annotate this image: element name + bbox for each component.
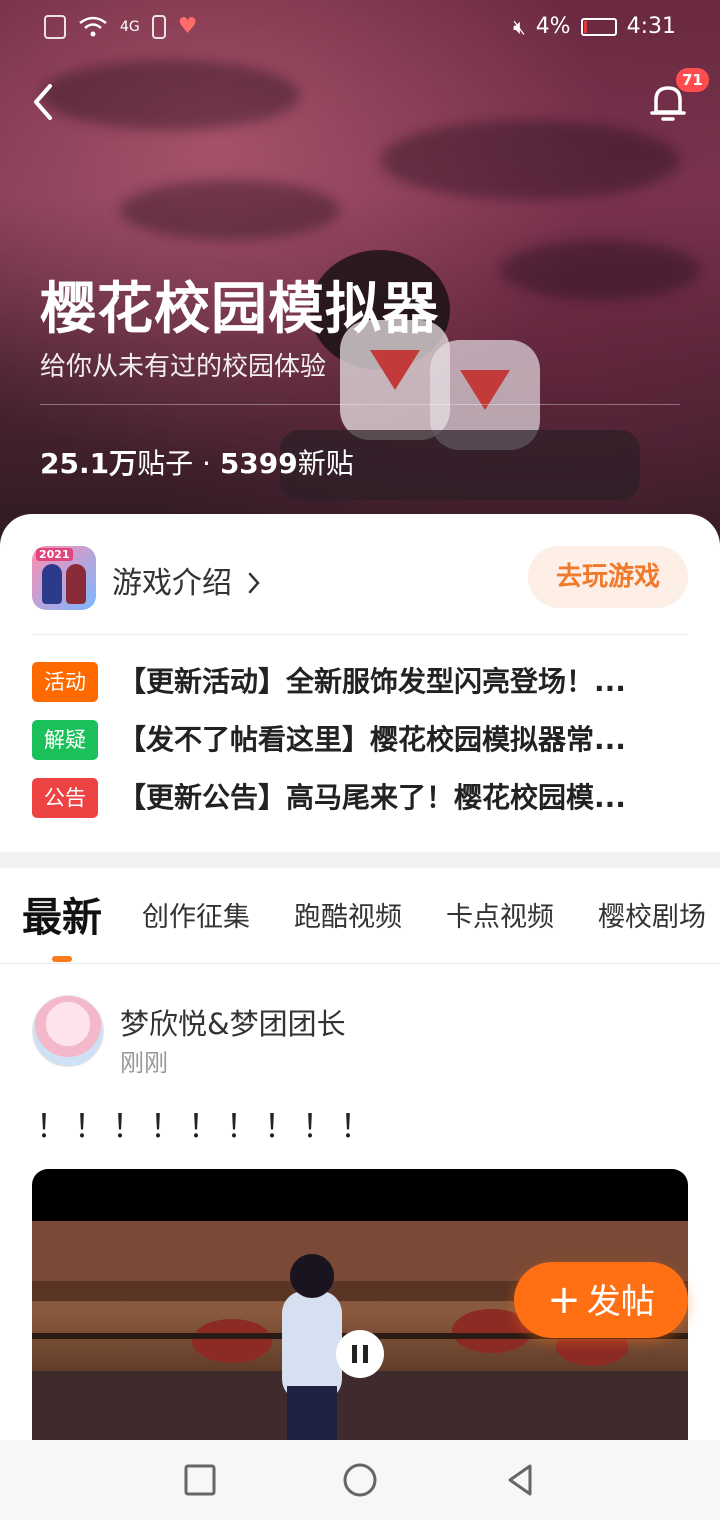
system-nav-bar <box>0 1440 720 1520</box>
notification-badge: 71 <box>676 68 709 92</box>
posts-label: 贴子 <box>137 447 194 480</box>
tab-school-theater[interactable]: 樱校剧场 <box>598 868 706 964</box>
plus-icon: + <box>547 1277 581 1323</box>
notice-text: 【更新公告】高马尾来了！樱花校园模... <box>118 781 626 814</box>
back-icon[interactable] <box>500 1460 540 1500</box>
notice-tag: 解疑 <box>32 720 98 760</box>
new-posts-label: 新贴 <box>297 447 354 480</box>
notice-row[interactable]: 活动 【更新活动】全新服饰发型闪亮登场！... <box>32 662 692 702</box>
play-game-button[interactable]: 去玩游戏 <box>528 546 688 608</box>
stats-separator: · <box>193 447 220 480</box>
tab-parkour-videos[interactable]: 跑酷视频 <box>294 868 402 964</box>
posts-count: 25.1万 <box>40 447 138 480</box>
home-icon[interactable] <box>340 1460 380 1500</box>
notice-text: 【发不了帖看这里】樱花校园模拟器常... <box>118 723 626 756</box>
post-author[interactable]: 梦欣悦&梦团团长 <box>120 1001 346 1043</box>
game-icon-label: 2021 <box>36 548 73 561</box>
mute-icon: 🔇︎ <box>513 14 526 39</box>
alert-icon <box>44 14 66 39</box>
clock: 4:31 <box>626 14 676 39</box>
notice-tag: 公告 <box>32 778 98 818</box>
active-tab-indicator <box>52 956 72 962</box>
game-info-card: 2021 游戏介绍 去玩游戏 活动 【更新活动】全新服饰发型闪亮登场！... 解… <box>0 514 720 854</box>
notice-tag: 活动 <box>32 662 98 702</box>
forum-subtitle: 给你从未有过的校园体验 <box>40 352 327 382</box>
card-divider <box>32 634 688 635</box>
sim-icon <box>151 14 166 39</box>
section-separator <box>0 852 720 868</box>
avatar[interactable] <box>32 995 104 1067</box>
category-tabs: 最新 创作征集 跑酷视频 卡点视频 樱校剧场 <box>0 868 720 964</box>
game-app-icon[interactable]: 2021 <box>32 546 96 610</box>
new-posts-count: 5399 <box>219 447 298 480</box>
post-time: 刚刚 <box>120 1049 168 1077</box>
status-bar: 4G ♥ 🔇︎ 4% 4:31 <box>0 0 720 56</box>
tab-beat-videos[interactable]: 卡点视频 <box>446 868 554 964</box>
game-intro-link[interactable]: 游戏介绍 <box>112 558 262 602</box>
tab-latest[interactable]: 最新 <box>22 868 102 964</box>
wifi-icon <box>79 16 107 36</box>
notice-row[interactable]: 解疑 【发不了帖看这里】樱花校园模拟器常... <box>32 720 692 760</box>
header-divider <box>40 404 680 405</box>
pause-button[interactable] <box>336 1330 384 1378</box>
notice-row[interactable]: 公告 【更新公告】高马尾来了！樱花校园模... <box>32 778 692 818</box>
game-intro-label: 游戏介绍 <box>112 566 232 601</box>
forum-stats: 25.1万贴子 · 5399新贴 <box>40 442 354 482</box>
battery-percent: 4% <box>535 14 571 39</box>
new-post-button[interactable]: + 发帖 <box>514 1262 688 1338</box>
chevron-right-icon <box>248 572 260 594</box>
post-text: ！！！！！！！！！ <box>36 1107 379 1145</box>
heart-app-icon: ♥ <box>177 14 198 39</box>
recent-apps-icon[interactable] <box>180 1460 220 1500</box>
battery-icon <box>580 17 617 36</box>
forum-title: 樱花校园模拟器 <box>40 277 439 342</box>
tab-creation-contest[interactable]: 创作征集 <box>142 868 250 964</box>
network-type: 4G <box>120 18 140 35</box>
notice-text: 【更新活动】全新服饰发型闪亮登场！... <box>118 665 626 698</box>
back-arrow-icon[interactable] <box>26 80 66 124</box>
new-post-label: 发帖 <box>586 1282 655 1322</box>
